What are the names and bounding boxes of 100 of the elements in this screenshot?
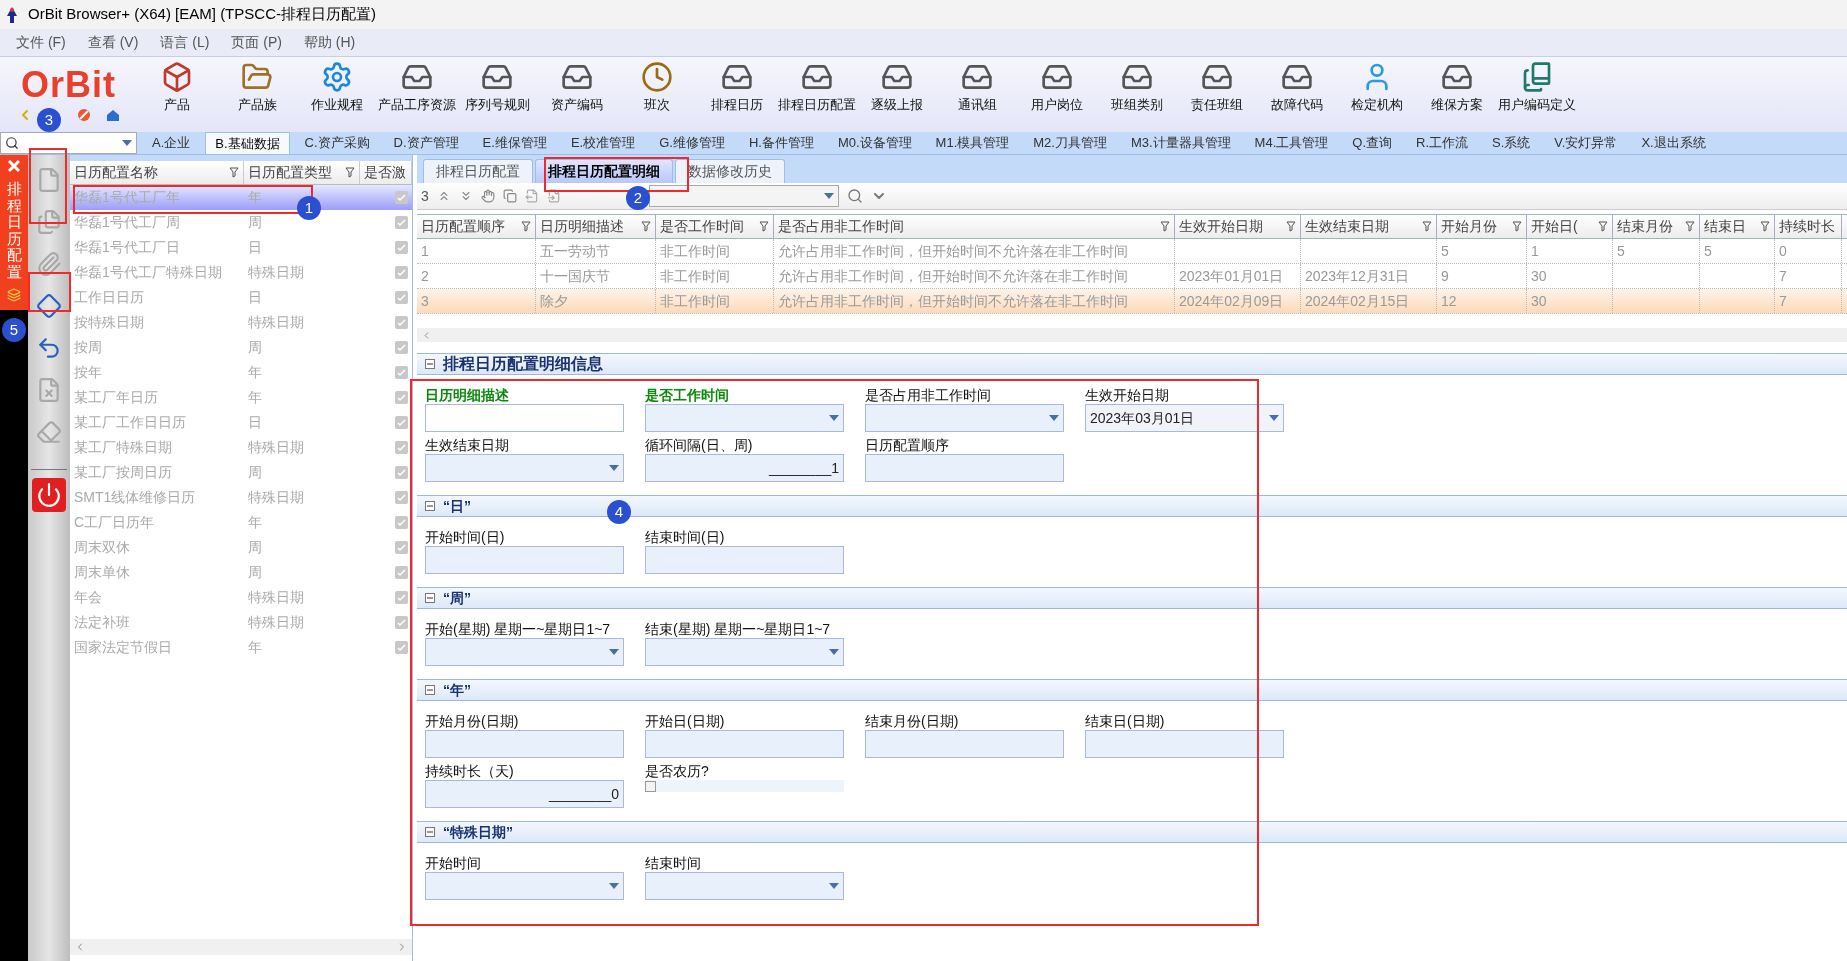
dropdown-field[interactable] [425,454,624,482]
toolbar-button[interactable]: 资产编码 [537,61,617,113]
module-tab[interactable]: V.安灯异常 [1545,132,1627,154]
text-field[interactable] [645,546,844,574]
column-header[interactable]: 结束日 [1700,215,1775,238]
toolbar-button[interactable]: 产品 [137,61,217,113]
import-icon[interactable] [546,189,561,203]
toolbar-button[interactable]: 维保方案 [1417,61,1497,113]
toolbar-button[interactable]: 排程日历 [697,61,777,113]
module-tab[interactable]: M3.计量器具管理 [1121,132,1240,154]
module-tab[interactable]: M2.刀具管理 [1024,132,1116,154]
filter-icon[interactable] [641,221,651,232]
column-header[interactable]: 日历配置顺序 [417,215,536,238]
number-field[interactable]: ________0 [425,780,624,808]
stop-icon[interactable] [76,107,91,122]
module-tab[interactable]: A.企业 [143,132,200,154]
checkbox[interactable] [645,780,656,792]
column-header[interactable]: 日历配置类型 [244,161,360,184]
collapse-icon[interactable] [425,685,435,695]
search-icon[interactable] [846,188,863,204]
search-field[interactable] [0,132,137,154]
module-tab[interactable]: R.工作流 [1407,132,1477,154]
filter-icon[interactable] [229,167,239,178]
dropdown-field[interactable] [425,872,624,900]
module-tab[interactable]: S.系统 [1483,132,1540,154]
tab[interactable]: 数据修改历史 [675,159,785,183]
menu-item[interactable]: 页面 (P) [231,32,282,53]
toolbar-button[interactable]: 产品族 [217,61,297,113]
toolbar-button[interactable]: 用户编码定义 [1497,61,1577,113]
column-header[interactable]: 是否占用非工作时间 [774,215,1175,238]
filter-icon[interactable] [1598,221,1608,232]
filter-icon[interactable] [345,167,355,178]
collapse-icon[interactable] [425,501,435,511]
column-header[interactable]: 生效开始日期 [1175,215,1301,238]
text-field[interactable] [425,730,624,758]
collapse-icon[interactable] [425,593,435,603]
module-tab[interactable]: X.退出系统 [1632,132,1715,154]
close-icon[interactable] [7,159,21,173]
filter-icon[interactable] [521,221,531,232]
column-header[interactable]: 开始日( [1527,215,1613,238]
dropdown-field[interactable] [865,404,1064,432]
column-header[interactable]: 是否工作时间 [656,215,774,238]
toolbar-button[interactable]: 逐级上报 [857,61,937,113]
column-header[interactable]: 持续时长 [1775,215,1842,238]
filter-icon[interactable] [1422,221,1432,232]
toolbar-button[interactable]: 责任班组 [1177,61,1257,113]
dropdown-field[interactable] [645,638,844,666]
menu-item[interactable]: 查看 (V) [87,32,139,53]
tab[interactable]: 排程日历配置 [423,159,533,183]
toolbar-button[interactable]: 检定机构 [1337,61,1417,113]
text-field[interactable] [865,454,1064,482]
column-header[interactable]: 日历配置名称 [70,161,244,184]
module-tab[interactable]: C.资产采购 [295,132,379,154]
home-icon[interactable] [104,107,121,122]
filter-icon[interactable] [1160,221,1170,232]
module-tab[interactable]: E.校准管理 [561,132,645,154]
tool-button[interactable] [32,478,66,512]
module-tab[interactable]: E.维保管理 [473,132,556,154]
filter-icon[interactable] [1685,221,1695,232]
toolbar-button[interactable]: 通讯组 [937,61,1017,113]
module-tab[interactable]: D.资产管理 [384,132,468,154]
copy-icon[interactable] [502,189,517,203]
column-header[interactable]: 生效结束日期 [1301,215,1437,238]
filter-icon[interactable] [759,221,769,232]
module-tab[interactable]: H.备件管理 [739,132,823,154]
toolbar-button[interactable]: 故障代码 [1257,61,1337,113]
menu-item[interactable]: 语言 (L) [160,32,210,53]
filter-icon[interactable] [1286,221,1296,232]
filter-icon[interactable] [1512,221,1522,232]
filter-icon[interactable] [1760,221,1770,232]
text-field[interactable] [1085,730,1284,758]
toolbar-button[interactable]: 序列号规则 [457,61,537,113]
module-tab[interactable]: Q.查询 [1343,132,1401,154]
toolbar-button[interactable]: 排程日历配置 [777,61,857,113]
module-tab[interactable]: M4.工具管理 [1245,132,1338,154]
dropdown-field[interactable]: 2023年03月01日 [1085,404,1284,432]
hand-icon[interactable] [480,189,495,203]
column-header[interactable]: 是否激 [360,161,412,184]
toolbar-button[interactable]: 作业规程 [297,61,377,113]
text-field[interactable] [645,730,844,758]
side-tab[interactable]: 排程日历配置 [0,155,28,310]
menu-item[interactable]: 帮助 (H) [303,32,356,53]
text-field[interactable] [865,730,1064,758]
column-header[interactable]: 日历明细描述 [536,215,656,238]
toolbar-button[interactable]: 产品工序资源 [377,61,457,113]
collapse-icon[interactable] [425,827,435,837]
text-field[interactable] [425,404,624,432]
dropdown-field[interactable] [425,638,624,666]
collapse-icon[interactable] [425,359,435,369]
column-header[interactable]: 结束月份 [1613,215,1700,238]
toolbar-button[interactable]: 班组类别 [1097,61,1177,113]
dropdown-field[interactable] [648,185,839,207]
column-header[interactable]: 开始月份 [1437,215,1527,238]
module-tab[interactable]: G.维修管理 [650,132,734,154]
module-tab[interactable]: M1.模具管理 [926,132,1019,154]
dropdown-field[interactable] [645,872,844,900]
number-field[interactable]: ________1 [645,454,844,482]
export-icon[interactable] [524,189,539,203]
module-tab[interactable]: M0.设备管理 [828,132,921,154]
menu-item[interactable]: 文件 (F) [16,32,66,53]
